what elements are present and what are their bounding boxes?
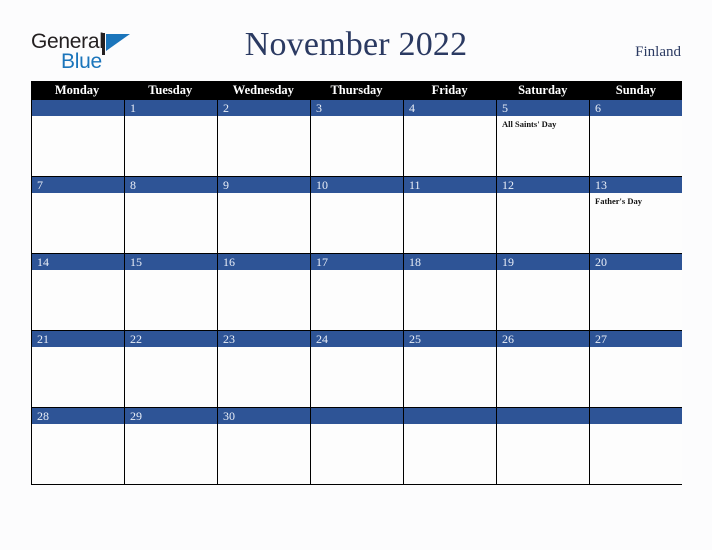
calendar-day-cell[interactable]: 5 All Saints' Day <box>497 100 590 176</box>
day-number: 12 <box>497 177 589 193</box>
day-number: 19 <box>497 254 589 270</box>
day-number: 22 <box>125 331 217 347</box>
calendar-day-cell[interactable]: 27 <box>590 331 682 407</box>
weekday-header-monday: Monday <box>31 81 125 100</box>
calendar-day-cell[interactable]: 8 <box>125 177 218 253</box>
day-number: 30 <box>218 408 310 424</box>
calendar-day-cell[interactable]: 23 <box>218 331 311 407</box>
calendar-day-cell[interactable]: 3 <box>311 100 404 176</box>
weekday-header-tuesday: Tuesday <box>124 81 218 100</box>
calendar-empty-cell[interactable] <box>590 408 682 484</box>
holiday-label: All Saints' Day <box>502 119 557 129</box>
calendar-empty-cell[interactable] <box>497 408 590 484</box>
calendar-day-cell[interactable]: 11 <box>404 177 497 253</box>
calendar-week-row: 14 15 16 17 18 19 20 <box>31 254 682 331</box>
day-number: 21 <box>32 331 124 347</box>
day-number: 26 <box>497 331 589 347</box>
day-number <box>497 408 589 424</box>
day-number: 13 <box>590 177 682 193</box>
day-number: 6 <box>590 100 682 116</box>
day-number: 16 <box>218 254 310 270</box>
day-number: 11 <box>404 177 496 193</box>
calendar-week-row: 21 22 23 24 25 26 27 <box>31 331 682 408</box>
calendar-day-cell[interactable]: 21 <box>31 331 125 407</box>
day-number: 29 <box>125 408 217 424</box>
day-number: 27 <box>590 331 682 347</box>
weekday-header-friday: Friday <box>404 81 497 100</box>
day-number: 7 <box>32 177 124 193</box>
day-number: 4 <box>404 100 496 116</box>
calendar-day-cell[interactable]: 30 <box>218 408 311 484</box>
day-number: 28 <box>32 408 124 424</box>
calendar-day-cell[interactable]: 28 <box>31 408 125 484</box>
calendar-day-cell[interactable]: 18 <box>404 254 497 330</box>
calendar-day-cell[interactable]: 12 <box>497 177 590 253</box>
day-number: 25 <box>404 331 496 347</box>
calendar-day-cell[interactable]: 17 <box>311 254 404 330</box>
weekday-header-row: Monday Tuesday Wednesday Thursday Friday Satu… <box>31 81 682 100</box>
calendar-week-row: 7 8 9 10 11 12 13 Father's Day <box>31 177 682 254</box>
calendar-day-cell[interactable]: 1 <box>125 100 218 176</box>
day-number: 17 <box>311 254 403 270</box>
calendar-day-cell[interactable]: 16 <box>218 254 311 330</box>
calendar-day-cell[interactable]: 4 <box>404 100 497 176</box>
weekday-header-saturday: Saturday <box>497 81 590 100</box>
calendar-page: General Blue November 2022 Finland Monda… <box>0 0 712 550</box>
day-number <box>32 100 124 116</box>
calendar-day-cell[interactable]: 10 <box>311 177 404 253</box>
day-number <box>404 408 496 424</box>
page-title: November 2022 <box>244 26 468 63</box>
page-header: General Blue November 2022 Finland <box>0 0 712 80</box>
day-number: 1 <box>125 100 217 116</box>
day-number: 3 <box>311 100 403 116</box>
country-label: Finland <box>635 44 681 60</box>
calendar-day-cell[interactable]: 9 <box>218 177 311 253</box>
weekday-header-thursday: Thursday <box>310 81 404 100</box>
calendar-day-cell[interactable]: 15 <box>125 254 218 330</box>
calendar-empty-cell[interactable] <box>404 408 497 484</box>
day-number: 8 <box>125 177 217 193</box>
calendar-grid: Monday Tuesday Wednesday Thursday Friday Satu… <box>31 81 682 485</box>
day-number: 9 <box>218 177 310 193</box>
calendar-day-cell[interactable]: 26 <box>497 331 590 407</box>
day-number: 5 <box>497 100 589 116</box>
calendar-day-cell[interactable]: 6 <box>590 100 682 176</box>
weekday-header-sunday: Sunday <box>615 83 657 97</box>
calendar-day-cell[interactable]: 24 <box>311 331 404 407</box>
day-number: 24 <box>311 331 403 347</box>
day-number <box>311 408 403 424</box>
calendar-day-cell[interactable]: 13 Father's Day <box>590 177 682 253</box>
calendar-day-cell[interactable]: 2 <box>218 100 311 176</box>
calendar-day-cell[interactable]: 22 <box>125 331 218 407</box>
day-number: 23 <box>218 331 310 347</box>
weekday-header-wednesday: Wednesday <box>217 81 311 100</box>
calendar-day-cell[interactable]: 29 <box>125 408 218 484</box>
calendar-day-cell[interactable]: 7 <box>31 177 125 253</box>
day-number: 2 <box>218 100 310 116</box>
calendar-day-cell[interactable]: 25 <box>404 331 497 407</box>
holiday-label: Father's Day <box>595 196 642 206</box>
calendar-empty-cell[interactable] <box>311 408 404 484</box>
day-number: 14 <box>32 254 124 270</box>
calendar-body: 1 2 3 4 5 All Saints' Day 6 7 8 9 10 11 12 13 Father's… <box>31 100 682 485</box>
day-number: 15 <box>125 254 217 270</box>
day-number: 10 <box>311 177 403 193</box>
day-number <box>590 408 682 424</box>
calendar-empty-cell[interactable] <box>31 100 125 176</box>
day-number: 20 <box>590 254 682 270</box>
day-number: 18 <box>404 254 496 270</box>
calendar-day-cell[interactable]: 20 <box>590 254 682 330</box>
calendar-week-row: 28 29 30 <box>31 408 682 485</box>
calendar-week-row: 1 2 3 4 5 All Saints' Day 6 <box>31 100 682 177</box>
calendar-day-cell[interactable]: 14 <box>31 254 125 330</box>
calendar-day-cell[interactable]: 19 <box>497 254 590 330</box>
